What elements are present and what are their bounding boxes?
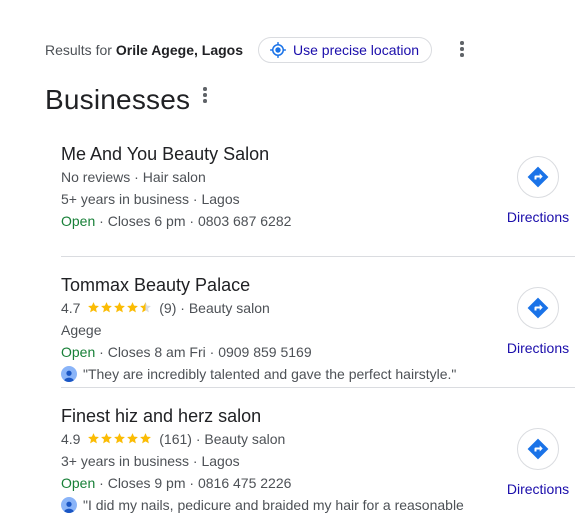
open-status: Open — [61, 213, 96, 229]
business-area: Lagos — [201, 453, 240, 469]
review-snippet: "I did my nails, pedicure and braided my… — [61, 494, 581, 516]
star-icon — [140, 433, 152, 444]
star-icon — [114, 302, 126, 313]
results-location: Orile Agege, Lagos — [115, 42, 243, 58]
directions-button[interactable]: Directions — [502, 287, 574, 356]
closing-time: Closes 6 pm — [107, 213, 186, 229]
years-in-business: 5+ years in business — [61, 191, 190, 207]
directions-label[interactable]: Directions — [507, 481, 569, 497]
closing-time: Closes 8 am Fri — [107, 344, 206, 360]
business-category: Hair salon — [142, 169, 206, 185]
star-icon — [127, 433, 139, 444]
business-category: Beauty salon — [188, 300, 270, 316]
star-rating — [87, 432, 152, 445]
directions-button[interactable]: Directions — [502, 156, 574, 225]
review-text: "They are incredibly talented and gave t… — [83, 366, 457, 382]
review-count: (9) — [159, 300, 177, 316]
user-avatar-icon — [61, 366, 77, 382]
business-area: Lagos — [201, 191, 240, 207]
directions-icon[interactable] — [517, 287, 559, 329]
user-avatar-icon — [61, 497, 77, 513]
review-count: (161) — [159, 431, 192, 447]
use-precise-location-label: Use precise location — [293, 42, 420, 58]
reviews-text: No reviews — [61, 169, 131, 185]
star-icon — [88, 433, 100, 444]
section-more-options-icon[interactable] — [197, 85, 213, 105]
closing-time: Closes 9 pm — [107, 475, 186, 491]
star-icon — [140, 302, 152, 313]
more-options-icon[interactable] — [454, 39, 470, 59]
phone-number: 0803 687 6282 — [197, 213, 292, 229]
directions-button[interactable]: Directions — [502, 428, 574, 497]
use-precise-location-button[interactable]: Use precise location — [258, 37, 433, 63]
results-prefix: Results for — [45, 42, 112, 58]
directions-label[interactable]: Directions — [507, 340, 569, 356]
open-status: Open — [61, 475, 96, 491]
directions-label[interactable]: Directions — [507, 209, 569, 225]
business-name[interactable]: Finest hiz and herz salon — [61, 405, 581, 427]
review-text: "I did my nails, pedicure and braided my… — [83, 497, 464, 513]
phone-number: 0909 859 5169 — [218, 344, 312, 360]
directions-icon[interactable] — [517, 428, 559, 470]
divider — [61, 387, 575, 388]
star-rating — [87, 301, 152, 314]
business-category: Beauty salon — [204, 431, 286, 447]
my-location-icon — [269, 41, 287, 59]
rating-value: 4.7 — [61, 300, 81, 316]
results-for-row: Results for Orile Agege, Lagos — [45, 37, 243, 63]
star-icon — [101, 433, 113, 444]
rating-value: 4.9 — [61, 431, 81, 447]
divider — [61, 256, 575, 257]
star-icon — [101, 302, 113, 313]
star-icon — [88, 302, 100, 313]
star-icon — [114, 433, 126, 444]
star-icon — [127, 302, 139, 313]
review-snippet: "They are incredibly talented and gave t… — [61, 363, 581, 385]
open-status: Open — [61, 344, 96, 360]
section-title: Businesses — [45, 84, 191, 115]
years-in-business: 3+ years in business — [61, 453, 190, 469]
phone-number: 0816 475 2226 — [197, 475, 292, 491]
directions-icon[interactable] — [517, 156, 559, 198]
